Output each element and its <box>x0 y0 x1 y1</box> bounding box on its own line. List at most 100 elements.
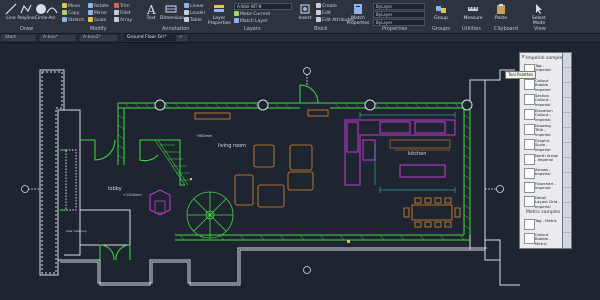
properties-panel-label: Properties <box>382 26 408 32</box>
panel-draw: Line Polyline Circle Arc Draw <box>0 0 58 33</box>
match-layer-button[interactable]: Match Layer <box>234 18 268 24</box>
palette-side-tab[interactable] <box>563 98 571 113</box>
make-current-icon <box>234 11 239 16</box>
measure-button[interactable]: Measure <box>462 3 484 21</box>
dimension-button[interactable]: Dimension <box>160 3 184 21</box>
mirror-button[interactable]: Mirror <box>88 10 107 16</box>
copy-icon <box>62 10 67 15</box>
move-icon <box>62 3 67 8</box>
trim-icon <box>114 3 119 8</box>
new-tab-button[interactable]: + <box>176 35 189 41</box>
palette-side-tab[interactable] <box>563 158 571 173</box>
palette-side-tab[interactable] <box>563 188 571 203</box>
copy-button[interactable]: Copy <box>62 10 79 16</box>
polyline-icon <box>20 4 32 14</box>
drawing-canvas[interactable]: living room +800mm +1200mm lobby stair m… <box>0 43 600 300</box>
palette-side-tab[interactable] <box>563 218 571 233</box>
linetype-dropdown[interactable]: ByLayer <box>373 11 425 18</box>
layer-dropdown[interactable]: A-Wall-INT-N <box>234 3 292 10</box>
palette-item[interactable]: Flowchart - Imperial <box>524 181 560 194</box>
svg-text:A: A <box>146 3 156 15</box>
tab-a-box2[interactable]: A-box2* <box>80 35 119 41</box>
panel-clipboard: Paste Clipboard <box>490 0 524 33</box>
view-panel-label: View <box>534 26 546 32</box>
annotation-panel-label: Annotation <box>162 26 190 32</box>
elevation-callout-icon <box>524 109 535 120</box>
leader-icon <box>184 10 189 15</box>
arc-icon <box>46 7 58 14</box>
palette-item[interactable]: Arrows - Imperial <box>524 167 560 180</box>
palette-title: Imperial samples <box>526 56 565 61</box>
palette-item[interactable]: Drawing Title - Imperial <box>524 123 560 137</box>
leader-button[interactable]: Leader <box>184 10 205 16</box>
level-marker-1: +800mm <box>196 134 213 138</box>
panel-annotation: A Text Dimension Linear Leader Table Ann… <box>140 0 205 33</box>
palette-side-tab[interactable] <box>563 128 571 143</box>
layers-panel-label: Layers <box>244 26 261 32</box>
move-button[interactable]: Move <box>62 3 80 9</box>
trim-button[interactable]: Trim <box>114 3 130 9</box>
close-icon[interactable]: × <box>521 54 525 60</box>
palette-item[interactable]: Callout Bubble - Imperial <box>524 78 560 92</box>
select-mode-icon <box>536 4 542 14</box>
palette-side-tab[interactable] <box>563 173 571 188</box>
palette-item[interactable]: Callout Bubble - Metric <box>524 232 560 246</box>
lineweight-dropdown[interactable]: ByLayer <box>373 19 425 26</box>
layer-properties-button[interactable]: Layer Properties <box>208 3 231 26</box>
section-callout-icon <box>524 94 535 105</box>
match-layer-icon <box>234 18 239 23</box>
file-tabs: Start A-box* A-box2* Ground Floor Gri* + <box>0 34 600 43</box>
select-mode-button[interactable]: Select Mode <box>528 3 550 26</box>
palette-side-tab[interactable] <box>563 143 571 158</box>
drawing-title-icon <box>524 124 535 135</box>
palette-side-tab[interactable] <box>563 83 571 98</box>
palette-side-tab[interactable] <box>563 68 571 83</box>
panel-view: Select Mode View <box>526 0 566 33</box>
text-button[interactable]: A Text <box>142 3 160 21</box>
line-icon <box>5 3 17 15</box>
arc-button[interactable]: Arc <box>46 3 58 21</box>
arrows-icon <box>524 168 535 179</box>
scale-button[interactable]: Scale <box>88 17 106 23</box>
paste-icon <box>497 4 505 14</box>
palette-item[interactable]: Graphic Scale - Imperial <box>524 138 560 152</box>
palette-item[interactable]: North Arrow - Imperial <box>524 153 560 166</box>
linear-button[interactable]: Linear <box>184 3 204 9</box>
palette-side-tab[interactable] <box>563 203 571 218</box>
array-icon <box>114 17 119 22</box>
palette-item[interactable]: Section Callout - Imperial <box>524 93 560 107</box>
kitchen-label: kitchen <box>408 151 426 157</box>
tab-a-box[interactable]: A-box* <box>40 35 77 41</box>
utilities-panel-label: Utilities <box>462 26 481 32</box>
fillet-button[interactable]: Fillet <box>114 10 131 16</box>
palette-side-tab[interactable] <box>563 113 571 128</box>
palette-item[interactable]: Tag - Metric <box>524 218 560 231</box>
palette-side-tabs <box>562 52 572 249</box>
insert-button[interactable]: Insert <box>296 3 314 21</box>
north-arrow-icon <box>524 154 535 165</box>
tab-start[interactable]: Start <box>2 35 37 41</box>
group-icon <box>436 6 446 13</box>
create-block-button[interactable]: Create <box>316 3 337 9</box>
palette-item[interactable]: Detail Layout Grid - Imperial <box>524 195 560 209</box>
create-block-icon <box>316 3 321 8</box>
array-button[interactable]: Array <box>114 17 132 23</box>
color-dropdown[interactable]: ByLayer <box>373 3 425 10</box>
table-button[interactable]: Table <box>184 17 202 23</box>
groups-panel-label: Groups <box>432 26 450 32</box>
text-icon: A <box>146 3 156 15</box>
tab-ground-floor[interactable]: Ground Floor Gri* <box>124 35 175 41</box>
make-current-button[interactable]: Make Current <box>234 11 270 17</box>
palette-item[interactable]: Elevation Callout - Imperial <box>524 108 560 122</box>
group-button[interactable]: Group <box>432 3 450 21</box>
rotate-button[interactable]: Rotate <box>88 3 109 9</box>
palette-side-tab[interactable] <box>563 53 571 68</box>
stretch-button[interactable]: Stretch <box>62 17 84 23</box>
match-properties-button[interactable]: Match Properties <box>346 3 370 26</box>
mirror-icon <box>88 10 93 15</box>
linear-icon <box>184 3 189 8</box>
tag-icon <box>524 219 535 230</box>
paste-button[interactable]: Paste <box>492 3 510 21</box>
modify-panel-label: Modify <box>90 26 107 32</box>
edit-block-button[interactable]: Edit <box>316 10 331 16</box>
